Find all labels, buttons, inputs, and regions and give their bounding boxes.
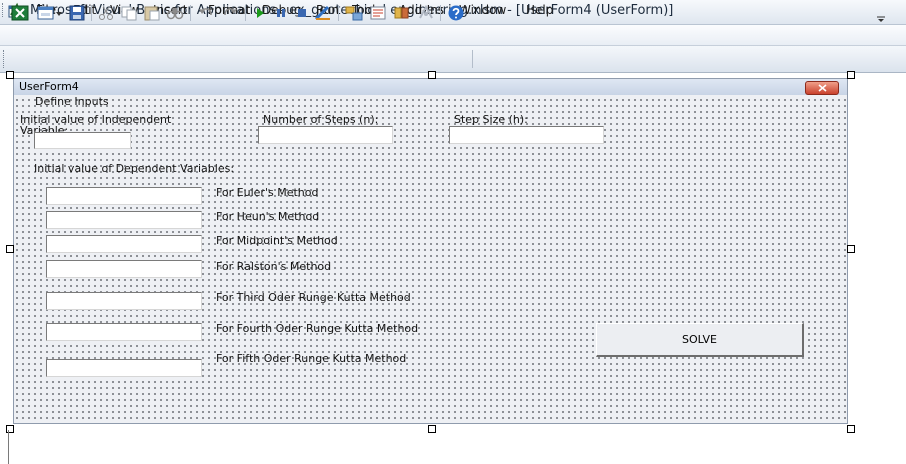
ralston-label: For Ralston's Method — [216, 260, 332, 273]
toolbox-icon[interactable] — [416, 4, 436, 22]
step-size-label: Step Size (h): — [454, 113, 528, 126]
project-explorer-icon[interactable] — [344, 4, 364, 22]
userform-caption: UserForm4 — [19, 80, 79, 93]
rk4-input[interactable] — [46, 323, 202, 341]
userform-caption-bar — [14, 79, 847, 95]
rk3-label: For Third Oder Runge Kutta Method — [216, 291, 411, 304]
toolbar-grip[interactable] — [3, 50, 7, 68]
resize-handle-nw[interactable] — [6, 71, 14, 79]
find-icon[interactable] — [165, 4, 185, 22]
initial-independent-input[interactable] — [34, 132, 131, 149]
toolbar-separator — [245, 5, 246, 21]
reset-icon[interactable] — [292, 4, 312, 22]
toolbar-separator — [338, 5, 339, 21]
rk5-input[interactable] — [46, 359, 202, 377]
menu-help[interactable]: Help — [526, 3, 553, 17]
undo-icon[interactable] — [196, 4, 216, 22]
paste-icon[interactable] — [142, 4, 162, 22]
save-icon[interactable] — [67, 4, 87, 22]
redo-icon[interactable] — [220, 4, 240, 22]
euler-input[interactable] — [46, 187, 202, 205]
view-excel-icon[interactable] — [10, 4, 30, 22]
ralston-input[interactable] — [46, 260, 202, 278]
insert-dropdown-icon[interactable] — [54, 4, 64, 22]
insert-userform-icon[interactable] — [36, 4, 56, 22]
run-icon[interactable] — [250, 4, 270, 22]
rk5-label: For Fifth Oder Runge Kutta Method — [216, 352, 407, 365]
copy-icon[interactable] — [119, 4, 139, 22]
rk4-label: For Fourth Oder Runge Kutta Method — [216, 322, 419, 335]
close-button[interactable] — [805, 81, 839, 95]
resize-handle-se[interactable] — [847, 425, 855, 433]
break-icon[interactable] — [271, 4, 291, 22]
steps-label: Number of Steps (n): — [263, 113, 379, 126]
object-browser-icon[interactable] — [392, 4, 412, 22]
toolbar-separator — [190, 5, 191, 21]
toolbar-separator — [91, 5, 92, 21]
standard-toolbar — [0, 46, 906, 73]
toolbar-separator — [440, 5, 441, 21]
resize-handle-n[interactable] — [428, 71, 436, 79]
properties-icon[interactable] — [368, 4, 388, 22]
resize-handle-w[interactable] — [6, 245, 14, 253]
designer-edge — [8, 430, 9, 464]
resize-handle-e[interactable] — [847, 245, 855, 253]
design-mode-icon[interactable] — [313, 4, 333, 22]
menu-bar — [0, 25, 906, 46]
midpoint-input[interactable] — [46, 235, 202, 253]
menu-window[interactable]: Window — [459, 3, 506, 17]
define-inputs-label: Define Inputs — [35, 95, 109, 108]
dependent-header-label: Initial value of Dependent Variables: — [34, 162, 235, 175]
toolbar-overflow-icon[interactable] — [874, 10, 888, 22]
close-icon — [818, 84, 827, 92]
rk3-input[interactable] — [46, 292, 202, 310]
resize-handle-ne[interactable] — [847, 71, 855, 79]
resize-handle-s[interactable] — [428, 425, 436, 433]
euler-label: For Euler's Method — [216, 186, 319, 199]
toolbar-divider — [472, 50, 473, 68]
midpoint-label: For Midpoint's Method — [216, 234, 338, 247]
heun-input[interactable] — [46, 211, 202, 229]
cut-icon[interactable] — [96, 4, 116, 22]
menu-grip[interactable] — [2, 3, 6, 17]
step-size-input[interactable] — [449, 126, 604, 144]
solve-button[interactable]: SOLVE — [596, 323, 804, 357]
steps-input[interactable] — [258, 126, 393, 144]
heun-label: For Heun's Method — [216, 210, 320, 223]
help-icon[interactable] — [446, 4, 466, 22]
